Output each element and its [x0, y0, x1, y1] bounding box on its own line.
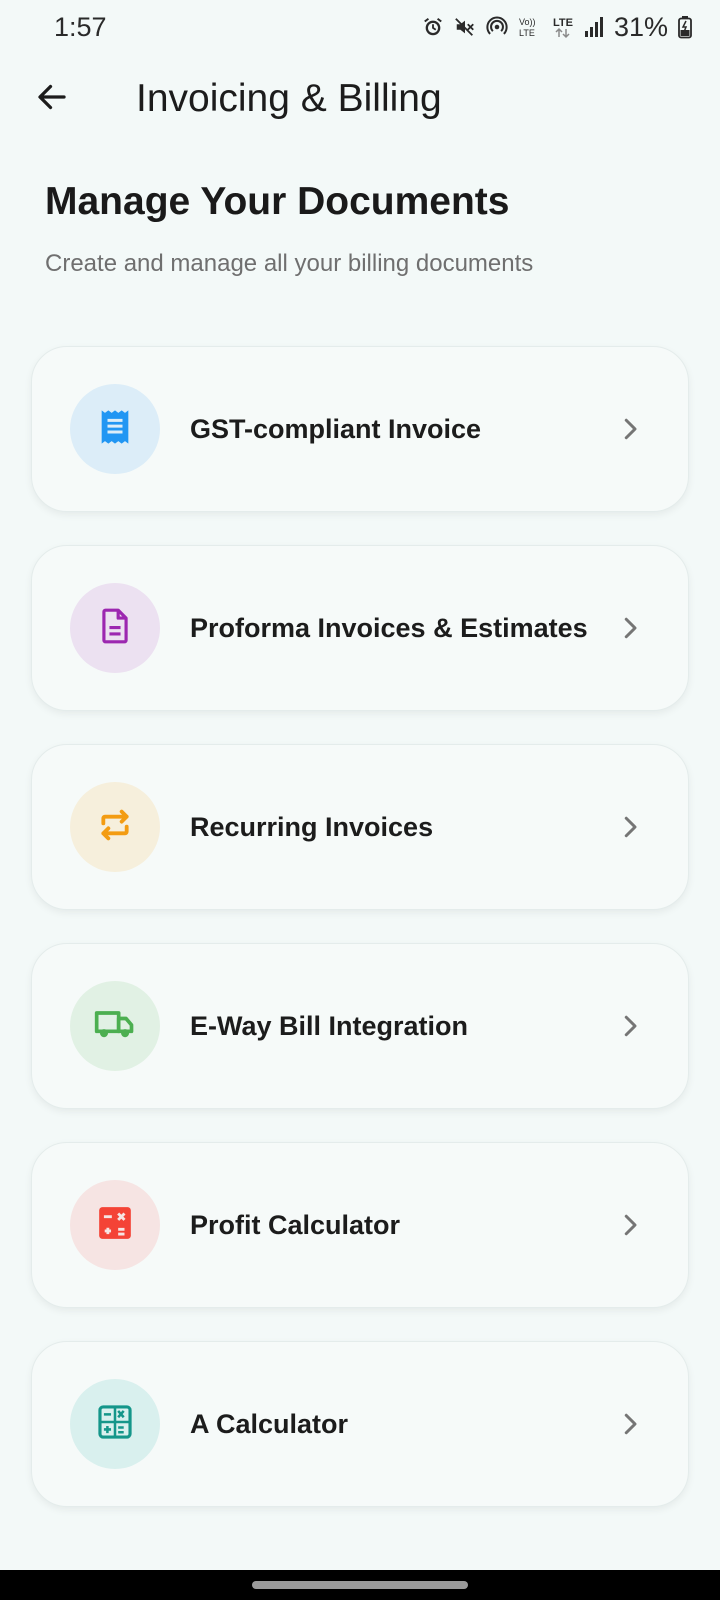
mute-icon — [454, 16, 476, 38]
app-bar-title: Invoicing & Billing — [136, 77, 442, 120]
card-label: GST-compliant Invoice — [190, 413, 482, 444]
battery-icon — [678, 15, 692, 39]
card-icon-circle — [70, 981, 160, 1071]
chevron-right-icon — [610, 608, 650, 648]
card-label: Recurring Invoices — [190, 811, 434, 842]
card-icon-circle — [70, 583, 160, 673]
screen: 1:57 Vo)) LTE LTE 31% Invoicing & Billin… — [0, 0, 720, 1600]
card-proforma-invoices[interactable]: Proforma Invoices & Estimates — [31, 545, 689, 711]
arrow-left-icon — [34, 79, 70, 120]
truck-icon — [93, 1002, 137, 1051]
card-icon-circle — [70, 1180, 160, 1270]
lte-icon: LTE — [552, 15, 574, 39]
chevron-right-icon — [610, 1205, 650, 1245]
volte-icon: Vo)) LTE — [518, 15, 542, 39]
calculator-outline-icon — [96, 1403, 134, 1446]
card-label: Proforma Invoices & Estimates — [190, 612, 588, 643]
signal-icon — [584, 16, 604, 38]
hotspot-icon — [486, 16, 508, 38]
receipt-icon — [95, 407, 135, 452]
back-button[interactable] — [20, 67, 84, 131]
svg-text:Vo)): Vo)) — [519, 17, 536, 27]
card-icon-circle — [70, 782, 160, 872]
system-nav-bar — [0, 1570, 720, 1600]
svg-text:LTE: LTE — [553, 17, 573, 29]
status-bar: 1:57 Vo)) LTE LTE 31% — [0, 0, 720, 54]
card-label: E-Way Bill Integration — [190, 1010, 469, 1041]
document-icon — [96, 607, 134, 650]
card-eway-bill[interactable]: E-Way Bill Integration — [31, 943, 689, 1109]
calculator-icon — [96, 1204, 134, 1247]
card-recurring-invoices[interactable]: Recurring Invoices — [31, 744, 689, 910]
repeat-icon — [95, 805, 135, 850]
chevron-right-icon — [610, 1404, 650, 1444]
chevron-right-icon — [610, 1006, 650, 1046]
chevron-right-icon — [610, 807, 650, 847]
document-options-list: GST-compliant Invoice Proforma Invoices … — [31, 346, 689, 1540]
card-icon-circle — [70, 1379, 160, 1469]
card-profit-calculator[interactable]: Profit Calculator — [31, 1142, 689, 1308]
status-time: 1:57 — [54, 11, 107, 42]
page-subtitle: Create and manage all your billing docum… — [45, 250, 534, 277]
app-bar: Invoicing & Billing — [0, 60, 720, 138]
svg-text:LTE: LTE — [519, 28, 535, 38]
card-label: A Calculator — [190, 1408, 349, 1439]
page-heading: Manage Your Documents — [45, 180, 510, 223]
card-icon-circle — [70, 384, 160, 474]
home-gesture-handle[interactable] — [252, 1581, 468, 1589]
status-icons: Vo)) LTE LTE 31% — [422, 12, 692, 43]
card-label: Profit Calculator — [190, 1209, 401, 1240]
card-gst-invoice[interactable]: GST-compliant Invoice — [31, 346, 689, 512]
card-a-calculator[interactable]: A Calculator — [31, 1341, 689, 1507]
battery-percent: 31% — [613, 11, 668, 42]
chevron-right-icon — [610, 409, 650, 449]
alarm-icon — [422, 16, 444, 38]
